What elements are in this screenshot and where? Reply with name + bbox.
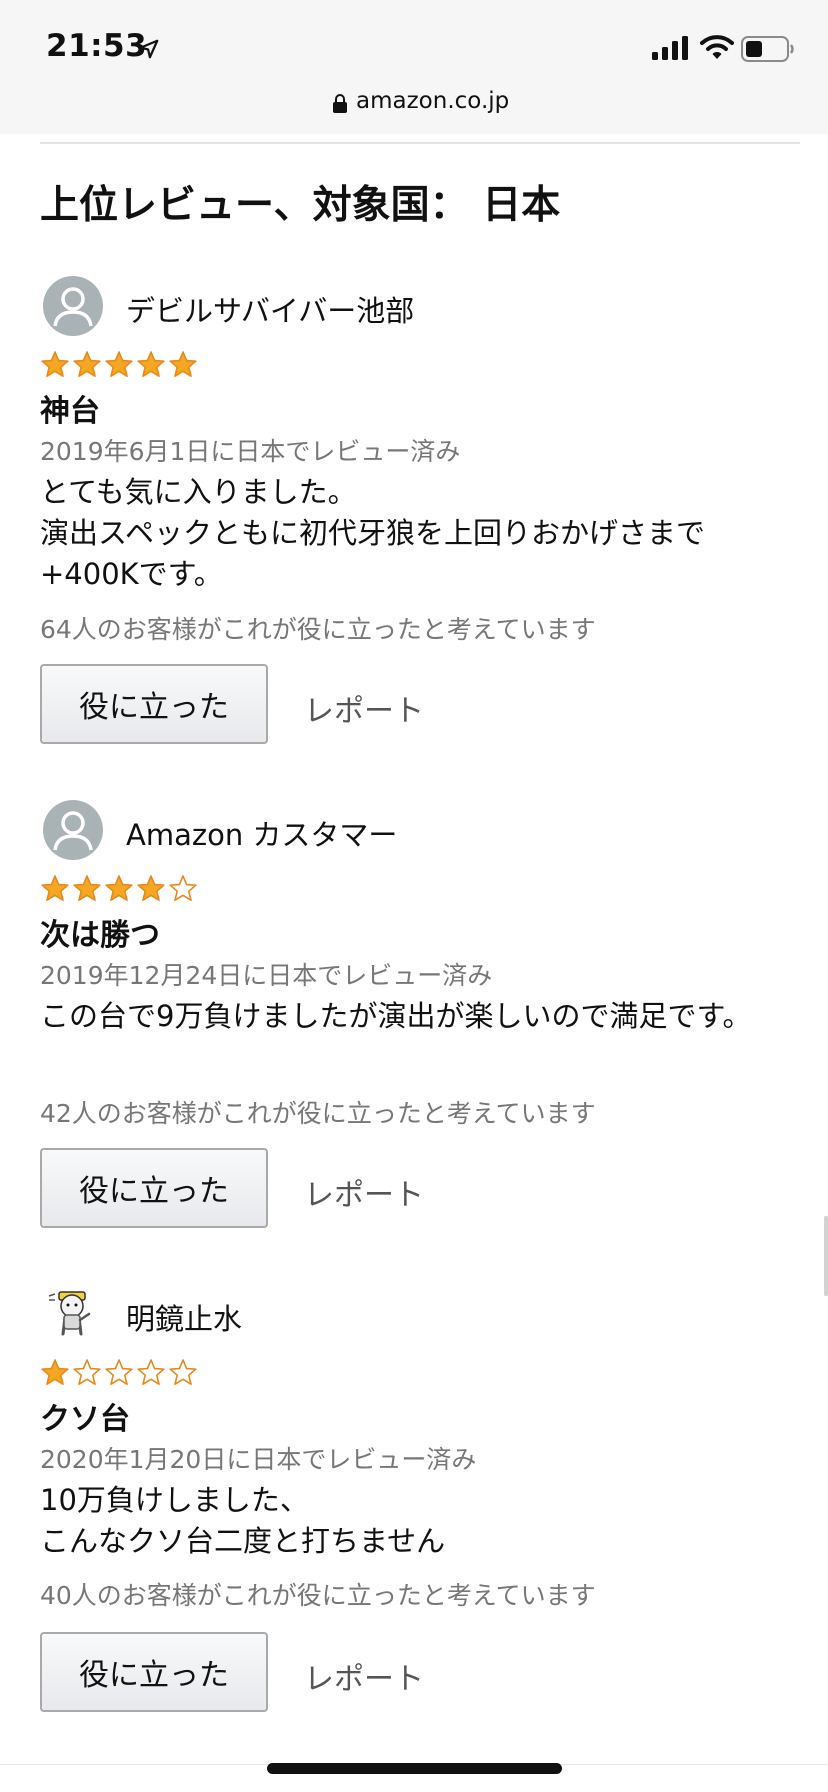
filled-star-icon: [169, 351, 197, 377]
filled-star-icon: [137, 351, 165, 377]
review-title[interactable]: 神台: [40, 386, 100, 430]
home-indicator[interactable]: [267, 1763, 562, 1774]
review-body-line: 演出スペックともに初代牙狼を上回りおかげさまで+400Kです。: [40, 516, 705, 591]
review-date: 2020年1月20日に日本でレビュー済み: [40, 1445, 477, 1474]
star-rating: [40, 874, 198, 904]
filled-star-icon: [41, 1359, 69, 1385]
status-time: 21:53: [46, 28, 148, 64]
filled-star-icon: [41, 351, 69, 377]
review-body-line: とても気に入りました。: [40, 475, 357, 509]
review-date: 2019年6月1日に日本でレビュー済み: [40, 437, 461, 466]
location-arrow-icon: [139, 39, 159, 59]
filled-star-icon: [73, 875, 101, 901]
reviewer-name[interactable]: 明鏡止水: [126, 1296, 242, 1338]
review-body-line: この台で9万負けましたが演出が楽しいので満足です。: [40, 999, 752, 1033]
review-body: とても気に入りました。 演出スペックともに初代牙狼を上回りおかげさまで+400K…: [40, 472, 800, 595]
scrollbar[interactable]: [824, 1216, 828, 1296]
helpful-button[interactable]: 役に立った: [40, 664, 268, 744]
review-date: 2019年12月24日に日本でレビュー済み: [40, 961, 493, 990]
filled-star-icon: [73, 351, 101, 377]
star-rating: [40, 1358, 198, 1388]
helpful-count: 64人のお客様がこれが役に立ったと考えています: [40, 615, 596, 644]
cellular-signal-icon: [652, 36, 688, 60]
filled-star-icon: [137, 875, 165, 901]
helpful-count: 42人のお客様がこれが役に立ったと考えています: [40, 1099, 596, 1128]
wifi-icon: [700, 35, 734, 59]
default-avatar-icon[interactable]: [43, 276, 103, 336]
empty-star-icon: [137, 1359, 165, 1385]
review-body: この台で9万負けましたが演出が楽しいので満足です。: [40, 996, 800, 1037]
review-title[interactable]: クソ台: [40, 1394, 130, 1438]
review-body-line: こんなクソ台二度と打ちません: [40, 1524, 446, 1558]
star-rating: [40, 350, 198, 380]
helpful-button[interactable]: 役に立った: [40, 1148, 268, 1228]
empty-star-icon: [73, 1359, 101, 1385]
review-title[interactable]: 次は勝つ: [40, 910, 160, 954]
battery-icon: [741, 36, 794, 62]
helpful-button[interactable]: 役に立った: [40, 1632, 268, 1712]
review-body-line: 10万負けしました、: [40, 1483, 309, 1517]
filled-star-icon: [105, 875, 133, 901]
review-body: 10万負けしました、 こんなクソ台二度と打ちません: [40, 1480, 800, 1562]
reviewer-name[interactable]: デビルサバイバー池部: [126, 288, 414, 330]
default-avatar-icon[interactable]: [43, 800, 103, 860]
report-link[interactable]: レポート: [304, 686, 424, 730]
report-link[interactable]: レポート: [304, 1170, 424, 1214]
divider: [40, 142, 800, 144]
filled-star-icon: [41, 875, 69, 901]
empty-star-icon: [169, 875, 197, 901]
lock-icon: [333, 94, 347, 113]
report-link[interactable]: レポート: [304, 1654, 424, 1698]
section-title: 上位レビュー、対象国： 日本: [40, 183, 561, 228]
browser-top-bar: 21:53 amazon.co.jp: [0, 0, 828, 134]
url-bar-address[interactable]: amazon.co.jp: [356, 88, 509, 114]
reviewer-name[interactable]: Amazon カスタマー: [126, 812, 397, 854]
filled-star-icon: [105, 351, 133, 377]
empty-star-icon: [105, 1359, 133, 1385]
empty-star-icon: [169, 1359, 197, 1385]
cat-character-avatar-icon[interactable]: [43, 1284, 103, 1344]
helpful-count: 40人のお客様がこれが役に立ったと考えています: [40, 1581, 596, 1610]
